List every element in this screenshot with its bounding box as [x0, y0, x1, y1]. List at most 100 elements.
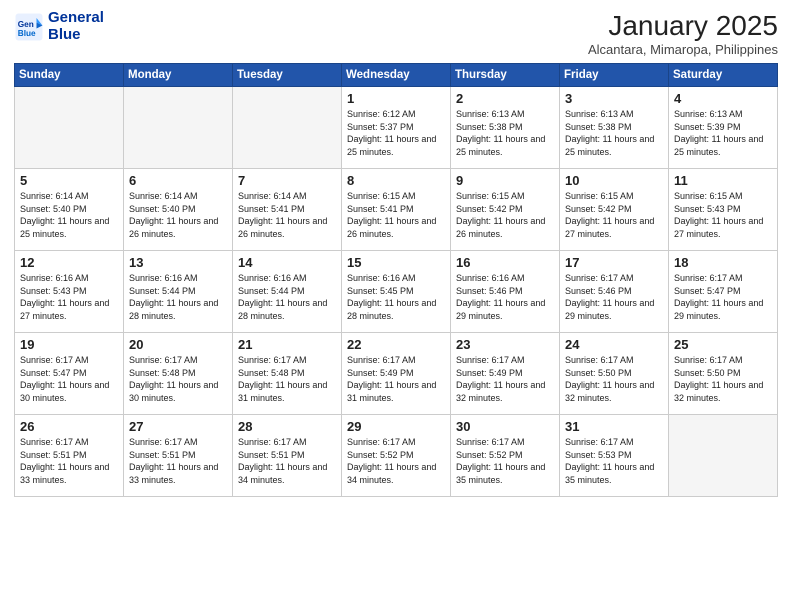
calendar-cell: 18 Sunrise: 6:17 AM Sunset: 5:47 PM Dayli…	[669, 251, 778, 333]
calendar-cell: 7 Sunrise: 6:14 AM Sunset: 5:41 PM Daylig…	[233, 169, 342, 251]
day-number: 18	[674, 255, 772, 270]
day-number: 20	[129, 337, 227, 352]
calendar-cell: 16 Sunrise: 6:16 AM Sunset: 5:46 PM Dayli…	[451, 251, 560, 333]
logo-icon: Gen Blue	[14, 12, 44, 42]
header: Gen Blue General Blue January 2025 Alcan…	[14, 10, 778, 57]
day-number: 25	[674, 337, 772, 352]
day-info: Sunrise: 6:14 AM Sunset: 5:40 PM Dayligh…	[20, 190, 118, 240]
calendar-cell: 19Sunrise: 6:17 AM Sunset: 5:47 PM Dayli…	[15, 333, 124, 415]
calendar-cell: 12 Sunrise: 6:16 AM Sunset: 5:43 PM Dayli…	[15, 251, 124, 333]
header-tuesday: Tuesday	[233, 64, 342, 87]
calendar-cell: 6 Sunrise: 6:14 AM Sunset: 5:40 PM Daylig…	[124, 169, 233, 251]
day-number: 13	[129, 255, 227, 270]
header-friday: Friday	[560, 64, 669, 87]
day-number: 12	[20, 255, 118, 270]
day-number: 4	[674, 91, 772, 106]
calendar-cell: 24 Sunrise: 6:17 AM Sunset: 5:50 PM Dayli…	[560, 333, 669, 415]
calendar-cell: 26 Sunrise: 6:17 AM Sunset: 5:51 PM Dayli…	[15, 415, 124, 497]
day-number: 29	[347, 419, 445, 434]
day-number: 28	[238, 419, 336, 434]
day-info: Sunrise: 6:17 AM Sunset: 5:48 PM Dayligh…	[238, 354, 336, 404]
day-info: Sunrise: 6:17 AM Sunset: 5:53 PM Dayligh…	[565, 436, 663, 486]
calendar-table: Sunday Monday Tuesday Wednesday Thursday…	[14, 63, 778, 497]
day-info: Sunrise: 6:17 AM Sunset: 5:48 PM Dayligh…	[129, 354, 227, 404]
logo: Gen Blue General Blue	[14, 10, 104, 43]
day-number: 9	[456, 173, 554, 188]
header-monday: Monday	[124, 64, 233, 87]
day-number: 2	[456, 91, 554, 106]
calendar-week-3: 12 Sunrise: 6:16 AM Sunset: 5:43 PM Dayli…	[15, 251, 778, 333]
logo-line1: General	[48, 10, 104, 27]
page: Gen Blue General Blue January 2025 Alcan…	[0, 0, 792, 612]
day-number: 24	[565, 337, 663, 352]
logo-line2: Blue	[48, 27, 104, 44]
day-number: 22	[347, 337, 445, 352]
calendar-cell: 4 Sunrise: 6:13 AM Sunset: 5:39 PM Daylig…	[669, 87, 778, 169]
header-thursday: Thursday	[451, 64, 560, 87]
calendar-cell: 30Sunrise: 6:17 AM Sunset: 5:52 PM Dayli…	[451, 415, 560, 497]
day-info: Sunrise: 6:16 AM Sunset: 5:46 PM Dayligh…	[456, 272, 554, 322]
calendar-cell: 9 Sunrise: 6:15 AM Sunset: 5:42 PM Daylig…	[451, 169, 560, 251]
day-info: Sunrise: 6:13 AM Sunset: 5:39 PM Dayligh…	[674, 108, 772, 158]
day-info: Sunrise: 6:12 AM Sunset: 5:37 PM Dayligh…	[347, 108, 445, 158]
day-info: Sunrise: 6:16 AM Sunset: 5:43 PM Dayligh…	[20, 272, 118, 322]
day-info: Sunrise: 6:16 AM Sunset: 5:44 PM Dayligh…	[238, 272, 336, 322]
calendar-cell: 8 Sunrise: 6:15 AM Sunset: 5:41 PM Daylig…	[342, 169, 451, 251]
calendar-cell: 20 Sunrise: 6:17 AM Sunset: 5:48 PM Dayli…	[124, 333, 233, 415]
day-number: 11	[674, 173, 772, 188]
day-info: Sunrise: 6:15 AM Sunset: 5:41 PM Dayligh…	[347, 190, 445, 240]
day-info: Sunrise: 6:15 AM Sunset: 5:43 PM Dayligh…	[674, 190, 772, 240]
day-number: 19	[20, 337, 118, 352]
calendar-cell: 11 Sunrise: 6:15 AM Sunset: 5:43 PM Dayli…	[669, 169, 778, 251]
day-info: Sunrise: 6:15 AM Sunset: 5:42 PM Dayligh…	[456, 190, 554, 240]
day-info: Sunrise: 6:14 AM Sunset: 5:41 PM Dayligh…	[238, 190, 336, 240]
day-number: 5	[20, 173, 118, 188]
calendar-cell: 23Sunrise: 6:17 AM Sunset: 5:49 PM Dayli…	[451, 333, 560, 415]
calendar-cell: 14Sunrise: 6:16 AM Sunset: 5:44 PM Dayli…	[233, 251, 342, 333]
day-info: Sunrise: 6:17 AM Sunset: 5:52 PM Dayligh…	[347, 436, 445, 486]
day-info: Sunrise: 6:14 AM Sunset: 5:40 PM Dayligh…	[129, 190, 227, 240]
day-info: Sunrise: 6:17 AM Sunset: 5:50 PM Dayligh…	[565, 354, 663, 404]
calendar-cell	[124, 87, 233, 169]
day-number: 6	[129, 173, 227, 188]
header-wednesday: Wednesday	[342, 64, 451, 87]
calendar-cell: 15 Sunrise: 6:16 AM Sunset: 5:45 PM Dayli…	[342, 251, 451, 333]
day-info: Sunrise: 6:16 AM Sunset: 5:45 PM Dayligh…	[347, 272, 445, 322]
day-info: Sunrise: 6:15 AM Sunset: 5:42 PM Dayligh…	[565, 190, 663, 240]
svg-text:Gen: Gen	[18, 20, 34, 29]
logo-text: General Blue	[48, 10, 104, 43]
day-number: 21	[238, 337, 336, 352]
day-number: 23	[456, 337, 554, 352]
calendar-cell: 29 Sunrise: 6:17 AM Sunset: 5:52 PM Dayli…	[342, 415, 451, 497]
day-info: Sunrise: 6:17 AM Sunset: 5:50 PM Dayligh…	[674, 354, 772, 404]
calendar-cell: 10Sunrise: 6:15 AM Sunset: 5:42 PM Dayli…	[560, 169, 669, 251]
day-number: 27	[129, 419, 227, 434]
day-info: Sunrise: 6:16 AM Sunset: 5:44 PM Dayligh…	[129, 272, 227, 322]
calendar-cell: 25 Sunrise: 6:17 AM Sunset: 5:50 PM Dayli…	[669, 333, 778, 415]
day-number: 1	[347, 91, 445, 106]
calendar-cell: 22Sunrise: 6:17 AM Sunset: 5:49 PM Dayli…	[342, 333, 451, 415]
calendar-cell: 17Sunrise: 6:17 AM Sunset: 5:46 PM Dayli…	[560, 251, 669, 333]
weekday-header-row: Sunday Monday Tuesday Wednesday Thursday…	[15, 64, 778, 87]
month-title: January 2025	[588, 10, 778, 42]
day-number: 3	[565, 91, 663, 106]
calendar-cell	[669, 415, 778, 497]
location: Alcantara, Mimaropa, Philippines	[588, 42, 778, 57]
day-number: 26	[20, 419, 118, 434]
day-info: Sunrise: 6:13 AM Sunset: 5:38 PM Dayligh…	[565, 108, 663, 158]
calendar-cell: 31Sunrise: 6:17 AM Sunset: 5:53 PM Dayli…	[560, 415, 669, 497]
calendar-cell: 1 Sunrise: 6:12 AM Sunset: 5:37 PM Daylig…	[342, 87, 451, 169]
calendar-cell: 28 Sunrise: 6:17 AM Sunset: 5:51 PM Dayli…	[233, 415, 342, 497]
day-number: 7	[238, 173, 336, 188]
day-info: Sunrise: 6:17 AM Sunset: 5:51 PM Dayligh…	[238, 436, 336, 486]
day-number: 15	[347, 255, 445, 270]
calendar-week-5: 26 Sunrise: 6:17 AM Sunset: 5:51 PM Dayli…	[15, 415, 778, 497]
day-info: Sunrise: 6:17 AM Sunset: 5:47 PM Dayligh…	[674, 272, 772, 322]
day-number: 16	[456, 255, 554, 270]
calendar-cell: 3 Sunrise: 6:13 AM Sunset: 5:38 PM Daylig…	[560, 87, 669, 169]
header-sunday: Sunday	[15, 64, 124, 87]
day-info: Sunrise: 6:17 AM Sunset: 5:51 PM Dayligh…	[20, 436, 118, 486]
calendar-week-2: 5 Sunrise: 6:14 AM Sunset: 5:40 PM Daylig…	[15, 169, 778, 251]
calendar-week-1: 1 Sunrise: 6:12 AM Sunset: 5:37 PM Daylig…	[15, 87, 778, 169]
day-number: 8	[347, 173, 445, 188]
